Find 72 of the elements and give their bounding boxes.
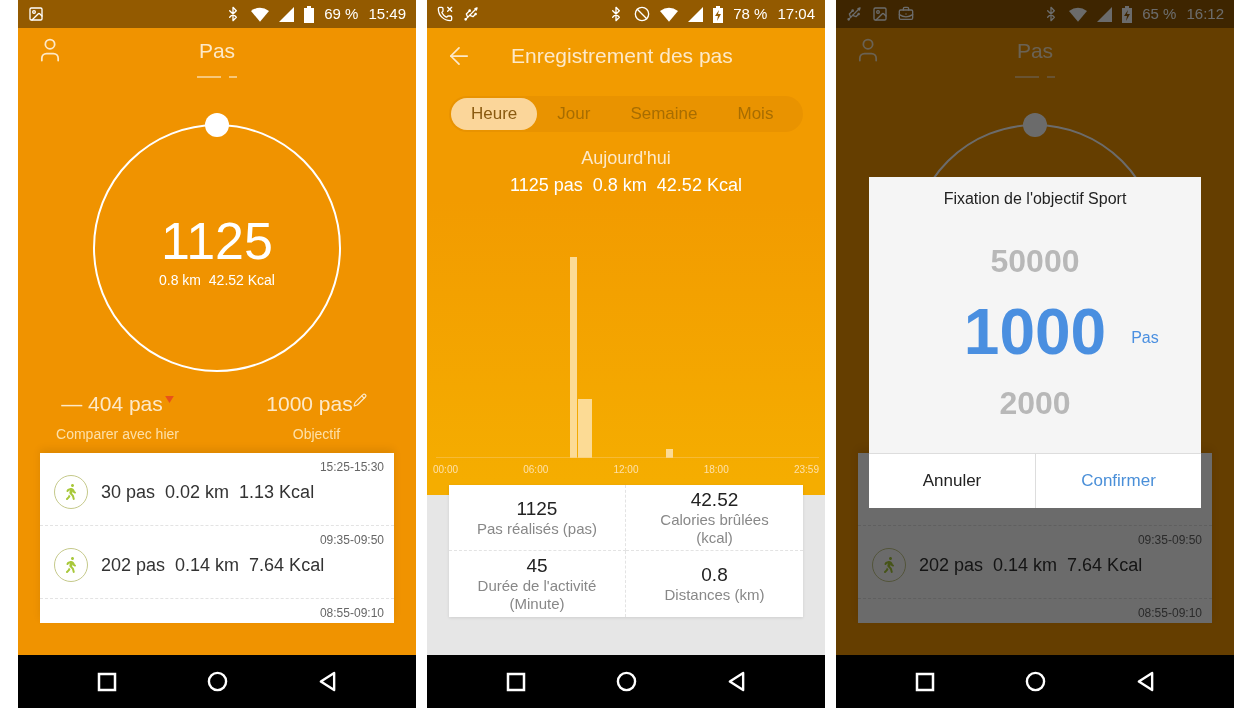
page-indicator	[1015, 76, 1055, 78]
signal-icon	[688, 6, 704, 22]
page-indicator	[197, 76, 237, 78]
stat-label: Distances (km)	[664, 586, 765, 604]
image-icon	[872, 6, 888, 22]
screen-title: Pas	[1016, 38, 1054, 64]
wifi-icon	[251, 6, 270, 22]
recents-icon[interactable]	[506, 671, 526, 692]
back-icon[interactable]	[318, 671, 337, 692]
axis-label: 12:00	[613, 463, 639, 477]
screen-title: Pas	[198, 38, 236, 64]
goal-value: 1000 pas	[266, 391, 353, 417]
activity-summary: 202 pas 0.14 km 7.64 Kcal	[101, 553, 325, 577]
missed-call-icon	[437, 6, 453, 22]
goal-option[interactable]: 50000	[990, 240, 1080, 281]
wifi-icon	[660, 6, 679, 22]
axis-label: 18:00	[703, 463, 729, 477]
stat-label: Pas réalisés (pas)	[476, 519, 597, 538]
compare-label: Comparer avec hier	[56, 424, 179, 444]
step-difference: — 404 pas	[61, 391, 163, 417]
time-range: 15:25-15:30	[319, 460, 384, 475]
stat-value: 42.52	[690, 488, 739, 511]
time-range: 09:35-09:50	[319, 533, 384, 548]
activity-summary: 30 pas 0.02 km 1.13 Kcal	[101, 480, 315, 504]
period-tab[interactable]: Heure	[451, 98, 538, 130]
distance-calories: 0.8 km 42.52 Kcal	[159, 270, 275, 290]
axis-label: 23:59	[793, 463, 819, 477]
axis-label: 00:00	[433, 463, 459, 477]
goal-label: Objectif	[292, 424, 341, 444]
stat-label: Durée de l'activité (Minute)	[476, 577, 598, 613]
goal-option[interactable]: 2000	[999, 382, 1071, 423]
time-range: 08:55-09:10	[1137, 606, 1202, 621]
battery-percent: 65 %	[1142, 3, 1177, 24]
clock-time: 15:49	[368, 3, 406, 24]
clock-time: 17:04	[777, 3, 815, 24]
period-tab[interactable]: Mois	[717, 98, 794, 130]
period-tab[interactable]: Jour	[537, 98, 611, 130]
signal-icon	[1097, 6, 1113, 22]
time-range: 09:35-09:50	[1137, 533, 1202, 548]
step-count: 1125	[161, 211, 273, 270]
home-icon[interactable]	[207, 671, 228, 692]
stat-value: 1125	[516, 497, 558, 520]
stat-value: 0.8	[701, 564, 728, 586]
home-icon[interactable]	[1025, 671, 1046, 692]
screen-title: Enregistrement des pas	[511, 43, 733, 70]
activity-summary: 202 pas 0.14 km 7.64 Kcal	[919, 553, 1143, 577]
recents-icon[interactable]	[97, 671, 117, 692]
back-icon[interactable]	[727, 671, 746, 692]
stat-label: Calories brûlées (kcal)	[659, 510, 770, 547]
axis-label: 06:00	[523, 463, 549, 477]
do-not-disturb-icon	[634, 6, 651, 22]
dialog-title: Fixation de l'objectif Sport	[943, 189, 1127, 209]
day-summary: 1125 pas 0.8 km 42.52 Kcal	[510, 174, 742, 197]
unit-label: Pas	[1131, 327, 1160, 348]
wifi-icon	[1069, 6, 1088, 22]
stat-value: 45	[526, 555, 548, 577]
briefcase-icon	[898, 6, 914, 22]
usb-icon	[463, 6, 479, 22]
time-range: 08:55-09:10	[319, 606, 384, 621]
period-label: Aujourd'hui	[581, 147, 671, 170]
image-icon	[28, 6, 44, 22]
down-triangle-icon	[164, 396, 174, 403]
clock-time: 16:12	[1186, 3, 1224, 24]
period-tab[interactable]: Semaine	[610, 98, 718, 130]
home-icon[interactable]	[616, 671, 637, 692]
recents-icon[interactable]	[915, 671, 935, 692]
usb-icon	[846, 6, 862, 22]
back-icon[interactable]	[1136, 671, 1155, 692]
battery-percent: 69 %	[324, 3, 359, 24]
signal-icon	[279, 6, 295, 22]
battery-percent: 78 %	[733, 3, 768, 24]
selected-goal-value[interactable]: 1000	[963, 296, 1107, 367]
